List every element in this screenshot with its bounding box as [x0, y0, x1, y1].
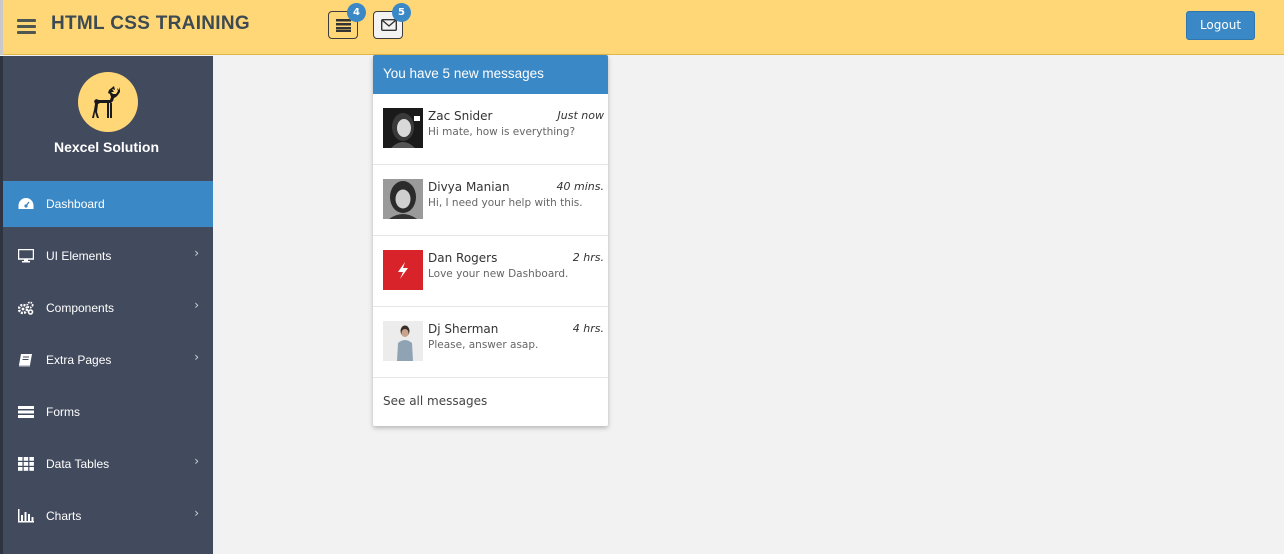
message-preview: Hi, I need your help with this.: [428, 197, 583, 209]
sidebar-item-forms[interactable]: Forms: [3, 389, 213, 435]
chevron-right-icon: ›: [194, 506, 199, 520]
avatar: [383, 250, 423, 290]
message-preview: Please, answer asap.: [428, 339, 539, 351]
message-time: 40 mins.: [556, 180, 604, 193]
tasks-icon: [336, 19, 351, 32]
sidebar-item-label: Forms: [46, 405, 80, 419]
top-header: HTML CSS TRAINING 4 5 Logout: [0, 0, 1284, 55]
chevron-right-icon: ›: [194, 298, 199, 312]
tasks-button[interactable]: 4: [328, 3, 366, 39]
message-preview: Hi mate, how is everything?: [428, 126, 576, 138]
list-item[interactable]: Dan Rogers 2 hrs. Love your new Dashboar…: [373, 236, 608, 307]
logout-button[interactable]: Logout: [1186, 11, 1255, 40]
message-sender: Divya Manian: [428, 180, 510, 194]
sidebar-item-components[interactable]: Components ›: [3, 285, 213, 331]
list-item[interactable]: Zac Snider Just now Hi mate, how is ever…: [373, 94, 608, 165]
brand-title: HTML CSS TRAINING: [51, 13, 250, 34]
dashboard-icon: [18, 198, 34, 209]
message-time: Just now: [557, 109, 604, 122]
message-preview: Love your new Dashboard.: [428, 268, 569, 280]
message-time: 2 hrs.: [572, 251, 604, 264]
message-sender: Dj Sherman: [428, 322, 499, 336]
avatar: [383, 321, 423, 361]
th-icon: [18, 457, 34, 471]
sidebar-item-extra-pages[interactable]: Extra Pages ›: [3, 337, 213, 383]
book-icon: [19, 354, 32, 367]
message-sender: Dan Rogers: [428, 251, 498, 265]
chevron-right-icon: ›: [194, 454, 199, 468]
tasks-count-badge: 4: [347, 3, 366, 22]
sidebar-item-label: Extra Pages: [46, 353, 112, 367]
sidebar-item-dashboard[interactable]: Dashboard: [3, 181, 213, 227]
messages-button[interactable]: 5: [373, 3, 411, 39]
messages-dropdown: You have 5 new messages Zac Snider Just …: [373, 55, 608, 426]
avatar: [383, 108, 423, 148]
menu-toggle-icon[interactable]: [17, 19, 36, 34]
avatar[interactable]: [78, 72, 138, 132]
sidebar-item-label: Components: [46, 301, 115, 315]
chevron-right-icon: ›: [194, 246, 199, 260]
sidebar-item-label: UI Elements: [46, 249, 112, 263]
chevron-right-icon: ›: [194, 350, 199, 364]
sidebar-item-label: Dashboard: [46, 197, 105, 211]
message-time: 4 hrs.: [572, 322, 604, 335]
bar-chart-icon: [18, 509, 34, 523]
deer-logo-icon: [92, 86, 120, 118]
sidebar: Nexcel Solution Dashboard UI Elements › …: [0, 56, 213, 554]
messages-count-badge: 5: [392, 3, 411, 22]
sidebar-item-ui-elements[interactable]: UI Elements ›: [3, 233, 213, 279]
sidebar-item-charts[interactable]: Charts ›: [3, 493, 213, 539]
cogs-icon: [18, 301, 34, 315]
messages-dropdown-heading: You have 5 new messages: [373, 55, 608, 94]
tasks-icon: [18, 406, 34, 418]
message-sender: Zac Snider: [428, 109, 493, 123]
header-edge: [0, 0, 3, 55]
sidebar-item-data-tables[interactable]: Data Tables ›: [3, 441, 213, 487]
avatar: [383, 179, 423, 219]
list-item[interactable]: Divya Manian 40 mins. Hi, I need your he…: [373, 165, 608, 236]
see-all-messages-link[interactable]: See all messages: [383, 394, 487, 408]
desktop-icon: [18, 249, 34, 263]
org-name: Nexcel Solution: [53, 139, 160, 155]
sidebar-item-label: Data Tables: [46, 457, 110, 471]
list-item[interactable]: Dj Sherman 4 hrs. Please, answer asap.: [373, 307, 608, 378]
sidebar-item-label: Charts: [46, 509, 82, 523]
envelope-icon: [381, 19, 397, 31]
